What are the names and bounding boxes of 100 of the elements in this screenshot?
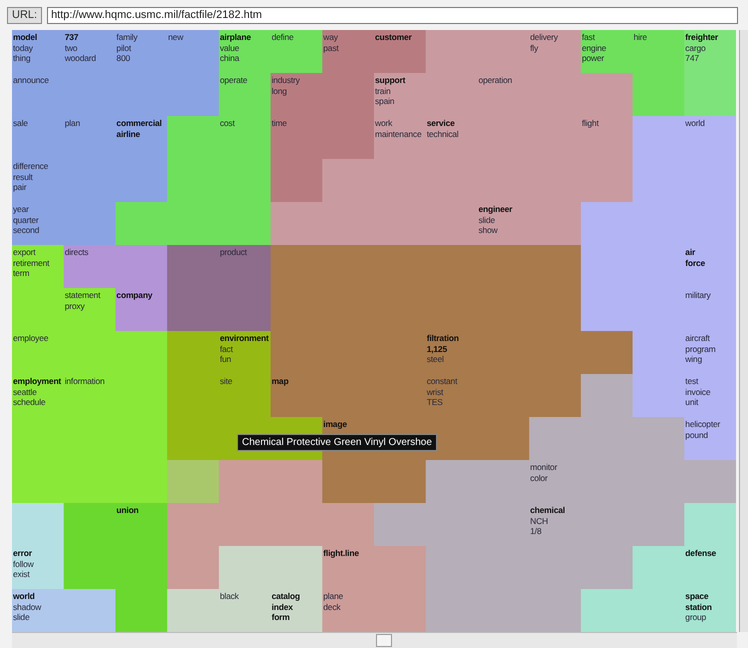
map-term: environment [220,333,269,344]
map-term: image [323,419,347,430]
map-term: delivery [530,32,558,42]
map-term: past [323,42,339,53]
map-term: power [582,53,604,64]
map-term: plane [323,591,344,602]
map-term: year [13,204,29,214]
map-term: program [685,344,716,354]
map-term: product [220,247,247,258]
map-term: invoice [685,386,710,397]
map-term: directs [64,247,88,258]
map-term: filtration [426,333,459,344]
map-term: customer [375,32,412,42]
map-term: statement [64,290,100,300]
url-label-button[interactable]: URL: [7,6,42,24]
map-term: site [220,376,232,386]
map-term: airplane [220,32,251,42]
map-term: seattle [13,386,37,397]
map-term: woodard [64,53,96,64]
map-term: sale [13,118,28,128]
map-term: black [220,591,239,602]
url-field[interactable]: http://www.hqmc.usmc.mil/factfile/2182.htm [47,6,738,24]
map-term: chemical [530,505,565,516]
map-term: schedule [13,397,46,408]
map-term: 800 [116,53,130,64]
map-term: world [13,591,35,602]
horizontal-scrollbar[interactable] [12,632,737,648]
map-term: industry [272,75,300,86]
map-term: catalog [272,591,300,602]
map-term: define [272,32,294,42]
map-term: unit [685,397,698,408]
map-term: difference [13,161,48,172]
map-term: thing [13,53,30,64]
map-term: airline [116,128,140,139]
map-term: exist [13,569,30,580]
map-term: proxy [64,300,84,311]
map-term: world [685,118,705,128]
map-term: deck [323,602,340,612]
map-term: employee [13,333,48,344]
map-term: family [116,32,138,42]
map-term: maintenance [375,128,422,139]
map-term: slide [13,612,30,622]
map-term: wing [685,354,702,364]
map-term: hire [634,32,647,42]
map-term: commercial [116,118,162,128]
vertical-scrollbar[interactable] [739,30,748,632]
map-term: two [64,42,78,53]
map-term: cost [220,118,235,128]
map-term: force [685,258,706,268]
map-term: employment [13,376,62,386]
map-term: new [168,32,184,42]
map-term: flight.line [323,548,359,558]
map-term: company [116,290,152,300]
map-term: engine [582,42,606,53]
map-term: TES [426,397,443,408]
map-term: fun [220,354,232,364]
map-term: result [13,172,33,182]
map-term: operation [478,75,512,86]
map-term: constant [426,376,458,386]
map-term: operate [220,75,248,86]
map-term: plan [64,118,80,128]
map-term: spain [375,96,394,106]
map-term: term [13,268,30,278]
map-term: union [116,505,139,516]
map-term: flight [582,118,599,128]
map-term: information [64,376,105,386]
map-term: 1/8 [530,526,542,536]
map-term: fast [582,32,595,42]
tooltip: Chemical Protective Green Vinyl Overshoe [237,434,437,451]
map-term: helicopter [685,419,720,430]
map-term: time [272,118,287,128]
map-term: group [685,612,706,622]
map-term: china [220,53,240,64]
map-term: steel [426,354,444,364]
map-term: index [272,602,293,612]
scroll-thumb[interactable] [376,634,392,647]
map-term: freighter [685,32,718,42]
map-term: train [375,86,391,96]
map-term: space [685,591,708,602]
map-term: air [685,247,696,258]
map-term: NCH [530,516,548,526]
map-term: station [685,602,712,612]
map-term: defense [685,548,716,558]
map-term: pair [13,182,26,192]
map-term: aircraft [685,333,710,344]
map-term: shadow [13,602,42,612]
map-term: long [272,86,287,96]
map-term: fact [220,344,233,354]
map-term: export [13,247,36,258]
map-term: retirement [13,258,50,268]
map-term: technical [426,128,458,139]
map-term: test [685,376,698,386]
map-term: follow [13,558,34,569]
map-term: cargo [685,42,706,53]
map-term: announce [13,75,49,86]
map-term: form [272,612,290,622]
map-term: show [478,225,498,236]
map-term: 747 [685,53,699,64]
map-term: pilot [116,42,132,53]
map-term: service [426,118,455,128]
